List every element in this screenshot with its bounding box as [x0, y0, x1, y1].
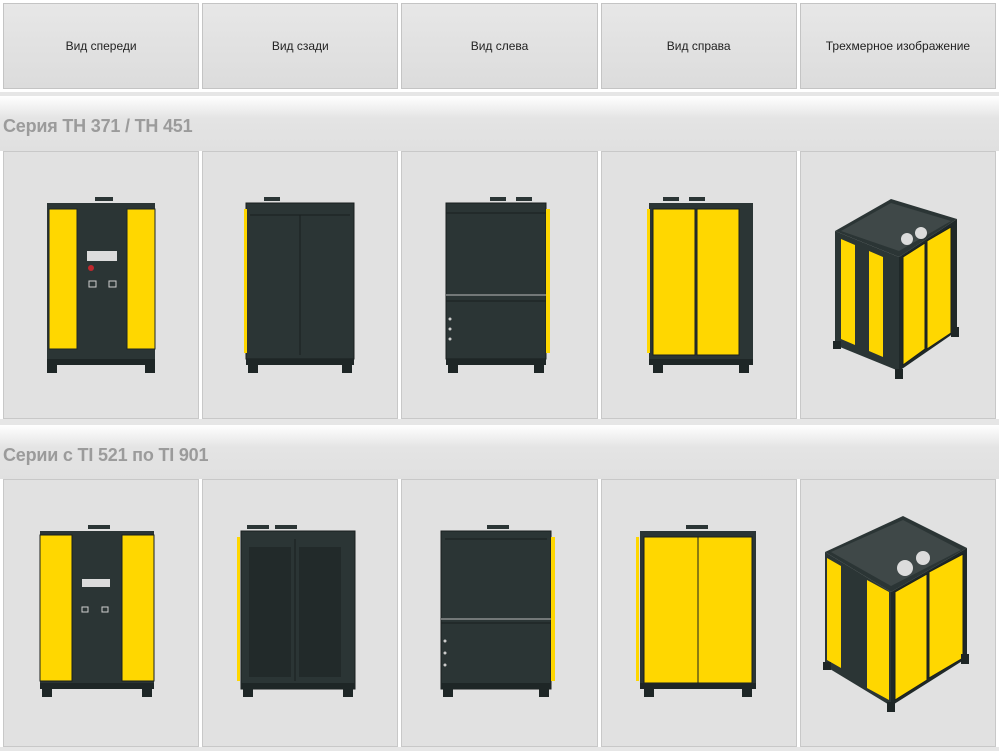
- series-2-image-row: [0, 479, 999, 747]
- series-title-2: Серии с TI 521 по TI 901: [3, 445, 209, 465]
- header-3d-view: Трехмерное изображение: [799, 3, 997, 89]
- series-2-right-image[interactable]: [600, 479, 797, 747]
- series-1-rear-image[interactable]: [202, 151, 399, 419]
- series-1-left-image[interactable]: [401, 151, 598, 419]
- header-right-view: Вид справа: [600, 3, 797, 89]
- header-rear-view: Вид сзади: [202, 3, 399, 89]
- series-band-2: Серии с TI 521 по TI 901: [0, 425, 999, 481]
- series-2-front-image[interactable]: [3, 479, 200, 747]
- series-title-1: Серия TH 371 / TH 451: [3, 116, 193, 136]
- header-left-view: Вид слева: [401, 3, 598, 89]
- series-1-3d-image[interactable]: [799, 151, 997, 419]
- series-2-3d-image[interactable]: [799, 479, 997, 747]
- series-2-left-image[interactable]: [401, 479, 598, 747]
- series-1-image-row: [0, 151, 999, 419]
- view-header-row: Вид спереди Вид сзади Вид слева Вид спра…: [0, 0, 999, 92]
- series-1-right-image[interactable]: [600, 151, 797, 419]
- header-front-view: Вид спереди: [3, 3, 200, 89]
- series-band-1: Серия TH 371 / TH 451: [0, 96, 999, 152]
- series-2-rear-image[interactable]: [202, 479, 399, 747]
- series-1-front-image[interactable]: [3, 151, 200, 419]
